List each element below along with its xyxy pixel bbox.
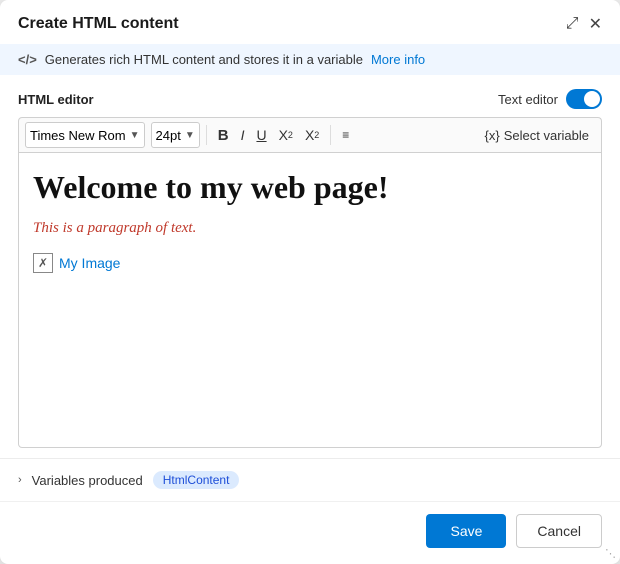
editor-section: HTML editor Text editor Times New Rom ▼ … — [0, 75, 620, 448]
variables-chevron[interactable]: › — [18, 474, 22, 486]
dialog-header: Create HTML content ⤢ ✕ — [0, 0, 620, 44]
image-icon: ✗ — [33, 253, 53, 273]
bold-button[interactable]: B — [213, 122, 234, 148]
text-editor-toggle-row: Text editor — [498, 89, 602, 109]
editor-image-row: ✗ My Image — [33, 253, 587, 273]
font-size-chevron: ▼ — [185, 130, 195, 141]
superscript-button[interactable]: X2 — [300, 122, 324, 148]
create-html-dialog: Create HTML content ⤢ ✕ </> Generates ri… — [0, 0, 620, 564]
header-icons: ⤢ ✕ — [566, 14, 602, 34]
editor-paragraph: This is a paragraph of text. — [33, 220, 587, 237]
variables-label: Variables produced — [32, 473, 143, 488]
cancel-button[interactable]: Cancel — [516, 514, 602, 548]
select-variable-label: Select variable — [504, 128, 589, 143]
font-size-value: 24pt — [156, 128, 181, 143]
font-name-chevron: ▼ — [130, 130, 140, 141]
subscript-button[interactable]: X2 — [274, 122, 298, 148]
underline-button[interactable]: U — [251, 122, 271, 148]
font-name-select[interactable]: Times New Rom ▼ — [25, 122, 145, 148]
italic-button[interactable]: I — [236, 122, 250, 148]
editor-toolbar: Times New Rom ▼ 24pt ▼ B I U X2 X2 ≡ {x}… — [18, 117, 602, 152]
resize-handle[interactable]: ⋱ — [605, 547, 616, 560]
dialog-title: Create HTML content — [18, 15, 179, 33]
editor-label-row: HTML editor Text editor — [18, 89, 602, 109]
align-button[interactable]: ≡ — [337, 122, 354, 148]
save-button[interactable]: Save — [426, 514, 506, 548]
editor-heading: Welcome to my web page! — [33, 169, 587, 206]
close-icon[interactable]: ✕ — [589, 14, 602, 34]
toolbar-divider-1 — [206, 125, 207, 145]
more-info-link[interactable]: More info — [371, 52, 425, 67]
code-icon: </> — [18, 52, 37, 67]
toolbar-divider-2 — [330, 125, 331, 145]
expand-icon[interactable]: ⤢ — [566, 15, 579, 33]
editor-toggle[interactable] — [566, 89, 602, 109]
image-label: My Image — [59, 255, 120, 271]
variables-row: › Variables produced HtmlContent — [0, 458, 620, 501]
html-editor-label: HTML editor — [18, 92, 94, 107]
info-bar: </> Generates rich HTML content and stor… — [0, 44, 620, 75]
font-size-select[interactable]: 24pt ▼ — [151, 122, 200, 148]
select-variable-button[interactable]: {x} Select variable — [479, 126, 595, 145]
text-editor-label: Text editor — [498, 92, 558, 107]
font-name-value: Times New Rom — [30, 128, 126, 143]
info-bar-text: Generates rich HTML content and stores i… — [45, 52, 363, 67]
variable-icon: {x} — [485, 128, 500, 143]
dialog-footer: Save Cancel — [0, 501, 620, 564]
editor-content-area[interactable]: Welcome to my web page! This is a paragr… — [18, 152, 602, 448]
variable-badge: HtmlContent — [153, 471, 240, 489]
